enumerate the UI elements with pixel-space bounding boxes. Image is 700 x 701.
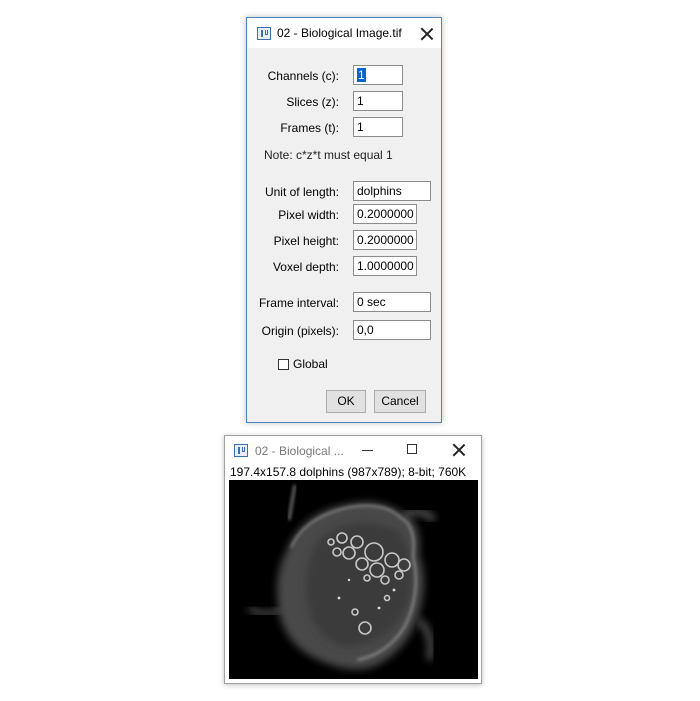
- image-window: 02 - Biological ... 197.4x157.8 dolphins…: [224, 435, 482, 684]
- channels-field[interactable]: 1: [353, 65, 403, 85]
- close-icon[interactable]: [452, 443, 466, 457]
- imagej-app-icon: [234, 444, 248, 457]
- unit-of-length-label: Unit of length:: [264, 185, 339, 199]
- properties-dialog: 02 - Biological Image.tif Channels (c): …: [246, 17, 442, 423]
- imagej-app-icon: [257, 27, 271, 40]
- slices-label: Slices (z):: [286, 95, 339, 109]
- unit-of-length-field[interactable]: dolphins: [353, 181, 431, 201]
- global-label[interactable]: Global: [293, 357, 328, 371]
- frame-interval-label: Frame interval:: [258, 296, 339, 310]
- close-icon[interactable]: [420, 27, 434, 41]
- voxel-depth-label: Voxel depth:: [272, 260, 339, 274]
- minimize-icon[interactable]: [362, 450, 373, 451]
- pixel-width-label: Pixel width:: [278, 208, 339, 222]
- maximize-icon[interactable]: [407, 444, 417, 454]
- note-text: Note: c*z*t must equal 1: [264, 148, 393, 162]
- image-canvas[interactable]: [229, 480, 478, 679]
- channels-label: Channels (c):: [267, 69, 339, 83]
- cell-micrograph: [229, 480, 478, 679]
- global-checkbox[interactable]: [278, 359, 289, 370]
- pixel-width-field[interactable]: 0.2000000: [353, 204, 417, 224]
- frame-interval-field[interactable]: 0 sec: [353, 292, 431, 312]
- image-info-text: 197.4x157.8 dolphins (987x789); 8-bit; 7…: [230, 465, 467, 479]
- channels-value: 1: [357, 68, 366, 82]
- ok-button[interactable]: OK: [326, 390, 366, 413]
- image-window-title: 02 - Biological ...: [255, 444, 344, 458]
- origin-field[interactable]: 0,0: [353, 320, 431, 340]
- dialog-titlebar[interactable]: 02 - Biological Image.tif: [247, 18, 441, 48]
- pixel-height-field[interactable]: 0.2000000: [353, 230, 417, 250]
- frames-label: Frames (t):: [280, 121, 339, 135]
- frames-field[interactable]: 1: [353, 117, 403, 137]
- voxel-depth-field[interactable]: 1.0000000: [353, 256, 417, 276]
- slices-field[interactable]: 1: [353, 91, 403, 111]
- origin-label: Origin (pixels):: [261, 324, 339, 338]
- dialog-title: 02 - Biological Image.tif: [277, 26, 402, 40]
- cancel-button[interactable]: Cancel: [374, 390, 426, 413]
- pixel-height-label: Pixel height:: [273, 234, 339, 248]
